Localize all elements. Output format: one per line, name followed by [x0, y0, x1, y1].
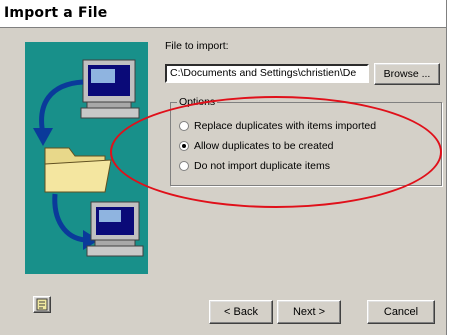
cancel-button[interactable]: Cancel [367, 300, 435, 324]
radio-button-icon [179, 121, 189, 131]
replace-duplicates-label: Replace duplicates with items imported [194, 120, 377, 132]
do-not-import-label: Do not import duplicate items [194, 160, 330, 172]
radio-button-checked-icon [179, 141, 189, 151]
replace-duplicates-radio[interactable]: Replace duplicates with items imported [179, 119, 376, 133]
file-path-input[interactable]: C:\Documents and Settings\christien\De [165, 64, 369, 83]
import-wizard-illustration [25, 42, 148, 274]
next-button[interactable]: Next > [277, 300, 341, 324]
options-group: Options Replace duplicates with items im… [170, 96, 442, 186]
back-button[interactable]: < Back [209, 300, 273, 324]
radio-button-icon [179, 161, 189, 171]
allow-duplicates-label: Allow duplicates to be created [194, 140, 334, 152]
help-button[interactable] [33, 296, 51, 313]
dialog-title: Import a File [4, 5, 108, 21]
dialog-header: Import a File [0, 0, 446, 28]
computer-icon-bottom [86, 201, 144, 257]
browse-button[interactable]: Browse ... [374, 63, 440, 85]
options-legend: Options [177, 96, 218, 108]
arrow-down-icon [33, 128, 53, 146]
allow-duplicates-radio[interactable]: Allow duplicates to be created [179, 139, 334, 153]
import-file-dialog: Import a File File to import: C:\Documen… [0, 0, 447, 335]
computer-icon-top [80, 59, 140, 119]
help-icon [36, 298, 48, 311]
file-to-import-label: File to import: [165, 40, 229, 52]
folder-icon [44, 147, 112, 193]
do-not-import-radio[interactable]: Do not import duplicate items [179, 159, 330, 173]
